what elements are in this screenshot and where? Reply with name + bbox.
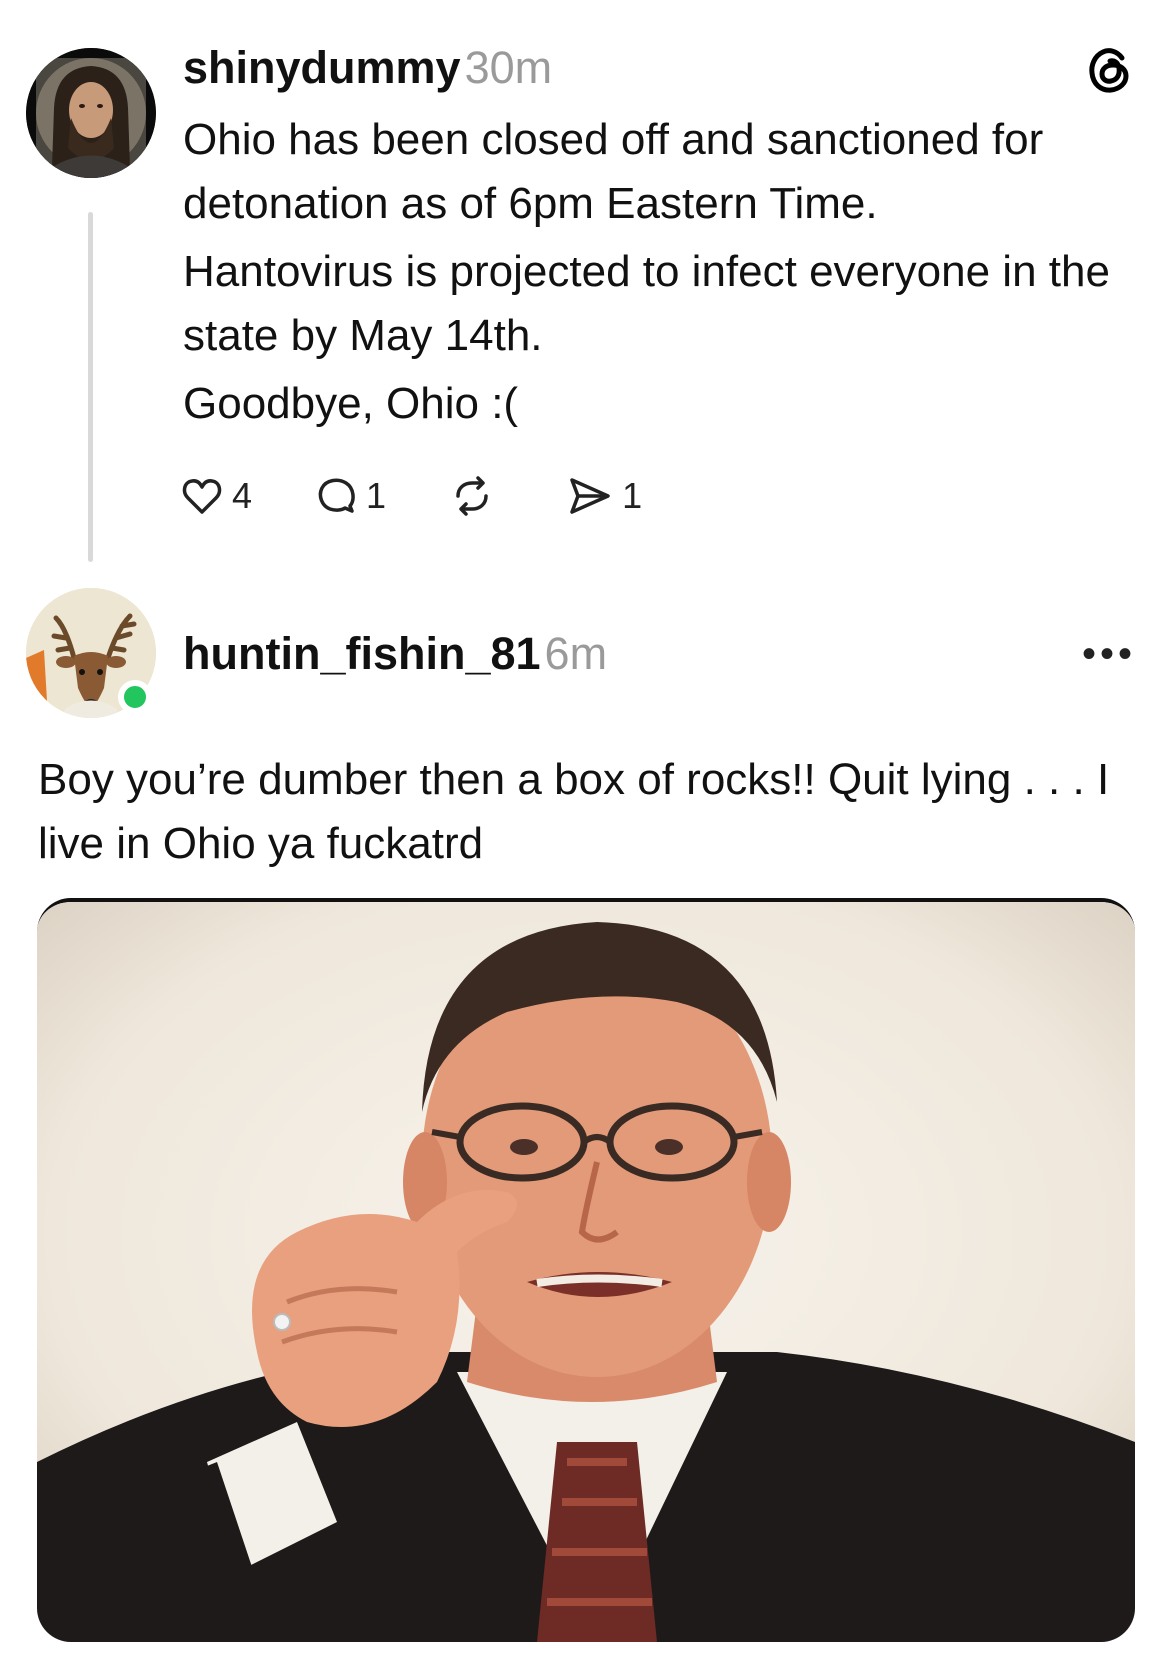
reply-body: Boy you’re dumber then a box of rocks!! … (38, 755, 1110, 868)
post-header: shinydummy30m (183, 42, 552, 94)
post-paragraph: Hantovirus is projected to infect everyo… (183, 247, 1110, 360)
thread-line (88, 212, 93, 562)
comment-icon (318, 478, 355, 513)
more-options-icon[interactable]: ••• (1082, 632, 1136, 677)
original-post: shinydummy30m Ohio has been closed off a… (0, 0, 1170, 570)
post-paragraph: Ohio has been closed off and sanctioned … (183, 115, 1044, 228)
reply-count: 1 (366, 475, 387, 516)
timestamp: 6m (544, 628, 608, 679)
send-icon (570, 478, 610, 514)
online-status-indicator (118, 680, 152, 714)
threads-logo-icon[interactable] (1084, 44, 1136, 96)
username[interactable]: shinydummy (183, 42, 461, 93)
reply-button[interactable]: 1 (314, 474, 386, 518)
post-body: Ohio has been closed off and sanctioned … (183, 108, 1143, 440)
username[interactable]: huntin_fishin_81 (183, 628, 541, 679)
like-count: 4 (232, 475, 253, 516)
repost-icon (456, 476, 488, 516)
like-button[interactable]: 4 (180, 474, 252, 518)
share-count: 1 (622, 475, 643, 516)
heart-icon (182, 479, 222, 514)
avatar-shinydummy[interactable] (26, 48, 156, 178)
reply-header: huntin_fishin_816m (183, 628, 607, 680)
reply-media-image[interactable] (37, 898, 1135, 1642)
share-button[interactable]: 1 (566, 474, 642, 518)
post-paragraph: Goodbye, Ohio :( (183, 379, 519, 428)
repost-button[interactable] (448, 474, 504, 518)
action-bar: 4 1 1 (180, 468, 704, 524)
timestamp: 30m (464, 42, 553, 93)
